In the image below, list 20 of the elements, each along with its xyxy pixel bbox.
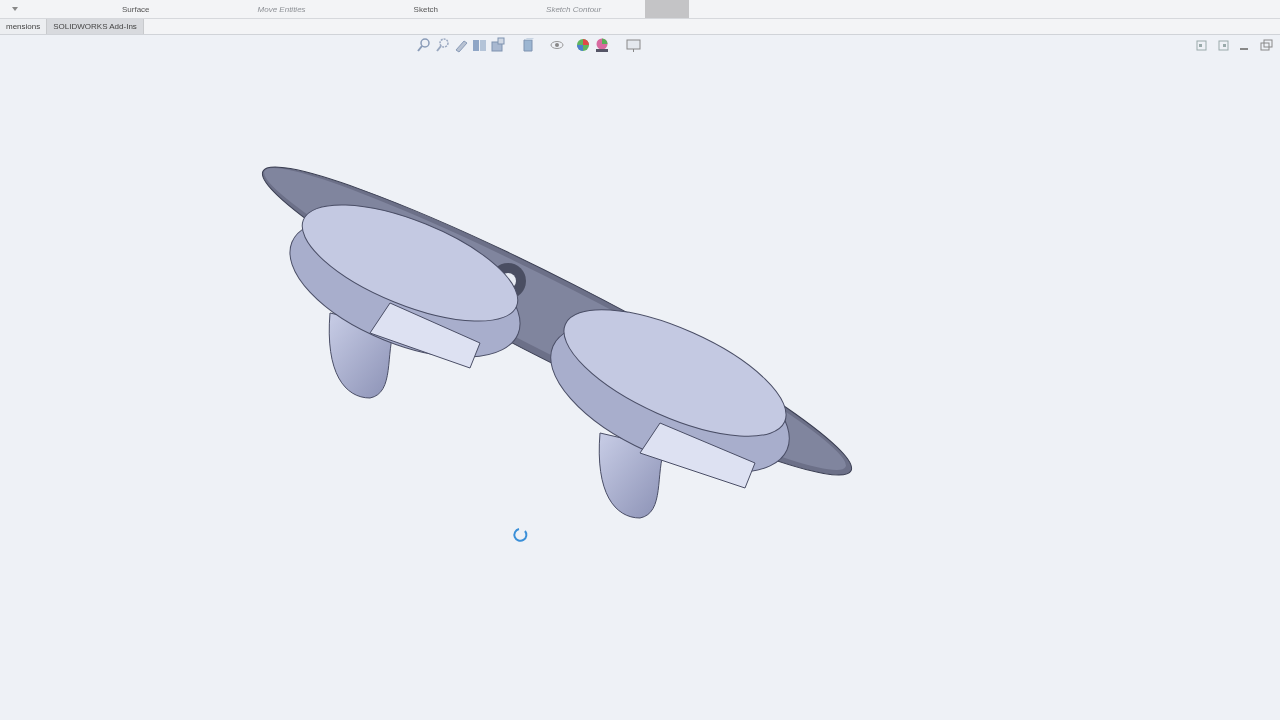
appearance-sphere-icon[interactable] bbox=[577, 39, 589, 51]
monitor-icon[interactable] bbox=[626, 39, 641, 53]
loading-spinner-icon bbox=[513, 528, 528, 542]
ribbon-button[interactable]: Sketch bbox=[409, 4, 443, 14]
command-tab[interactable]: SOLIDWORKS Add-Ins bbox=[47, 19, 144, 34]
ribbon-button[interactable]: Surface bbox=[118, 4, 154, 14]
cube-icon[interactable] bbox=[523, 38, 534, 52]
restore-icon[interactable] bbox=[1260, 39, 1273, 51]
eye-icon[interactable] bbox=[550, 41, 564, 49]
dropdown-arrow-icon[interactable] bbox=[12, 7, 18, 11]
section-view-icon[interactable] bbox=[473, 40, 486, 51]
tile-left-icon[interactable] bbox=[1196, 40, 1207, 51]
pencil-icon[interactable] bbox=[455, 40, 468, 53]
view-orientation-icon[interactable] bbox=[491, 37, 505, 52]
command-tab[interactable]: mensions bbox=[0, 19, 48, 34]
zoom-area-icon[interactable] bbox=[436, 38, 449, 52]
ribbon-panel bbox=[645, 0, 690, 18]
scene-sphere-icon[interactable] bbox=[596, 38, 608, 52]
tile-right-icon[interactable] bbox=[1218, 40, 1229, 51]
zoom-to-fit-icon[interactable] bbox=[417, 38, 430, 52]
